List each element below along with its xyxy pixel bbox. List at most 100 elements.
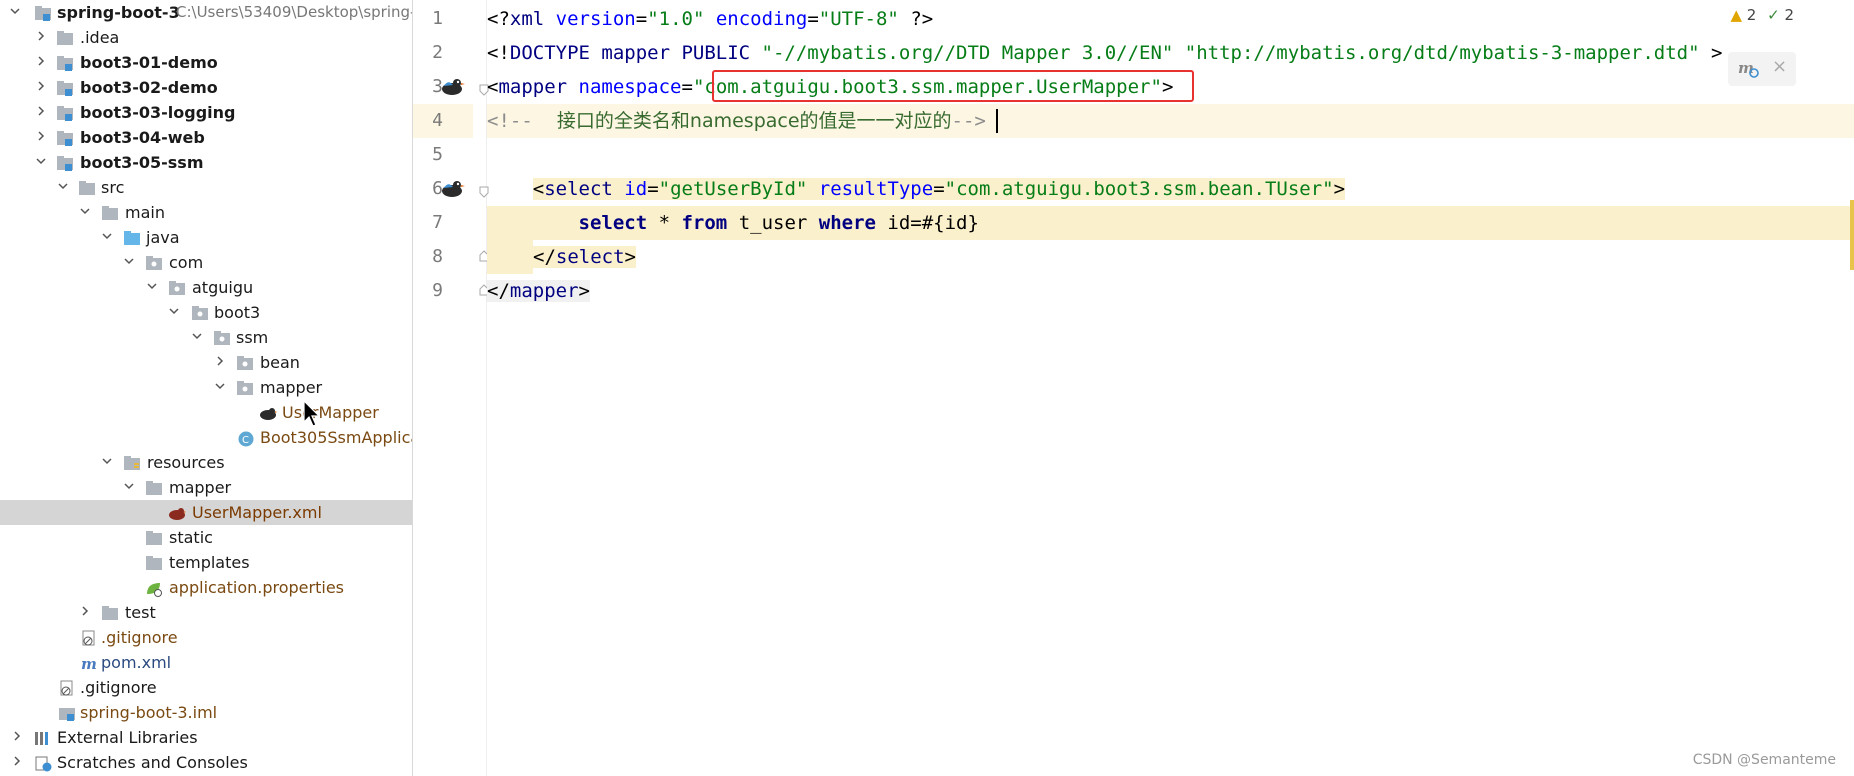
spring-properties-icon [145,579,163,597]
maven-reload-icon[interactable]: m [1738,58,1760,84]
svg-text:m: m [81,655,97,672]
tree-label: pom.xml [101,653,172,672]
tree-row-boot3-04-web[interactable]: boot3-04-web [0,125,412,150]
chevron-right-icon[interactable] [12,731,22,741]
tree-row-boot3-03-logging[interactable]: boot3-03-logging [0,100,412,125]
tree-row-com[interactable]: com [0,250,412,275]
scratches-icon [34,754,52,772]
tree-row-boot3-01-demo[interactable]: boot3-01-demo [0,50,412,75]
chevron-down-icon[interactable] [36,156,46,166]
chevron-down-icon[interactable] [147,281,157,291]
maven-icon: m [80,654,98,673]
tree-row-static[interactable]: static [0,525,412,550]
tree-label: atguigu [192,278,254,297]
tree-row-src[interactable]: src [0,175,412,200]
tree-row-application-properties[interactable]: application.properties [0,575,412,600]
chevron-right-icon[interactable] [215,356,225,366]
tree-label: ssm [236,328,269,347]
folder-icon [145,479,163,496]
tree-row-root[interactable]: spring-boot-3 C:\Users\53409\Desktop\spri… [0,0,412,25]
tree-label: java [146,228,180,247]
tree-row-mapper-package[interactable]: mapper [0,375,412,400]
tree-row-usermapper-interface[interactable]: UserMapper [0,400,412,425]
tree-row-scratches[interactable]: Scratches and Consoles [0,750,412,775]
chevron-down-icon[interactable] [10,6,20,16]
chevron-down-icon[interactable] [169,306,179,316]
chevron-down-icon[interactable] [102,456,112,466]
line-number: 2 [432,42,443,63]
module-folder-icon [56,54,74,71]
tree-label: .idea [80,28,120,47]
code-line-1: <?xml version="1.0" encoding="UTF-8" ?> [487,8,934,30]
tree-row-java[interactable]: java [0,225,412,250]
tree-label: UserMapper.xml [192,503,322,522]
tree-row-application-class[interactable]: C Boot305SsmApplicat [0,425,412,450]
package-icon [236,379,254,396]
tree-row-boot3-05-ssm[interactable]: boot3-05-ssm [0,150,412,175]
module-folder-icon [56,129,74,146]
package-icon [191,304,209,321]
tree-row-mapper-folder[interactable]: mapper [0,475,412,500]
tree-label: Scratches and Consoles [57,753,248,772]
chevron-down-icon[interactable] [215,381,225,391]
chevron-right-icon[interactable] [12,756,22,766]
module-folder-icon [56,154,74,171]
tree-row-usermapper-xml[interactable]: UserMapper.xml [0,500,412,525]
tree-row-gitignore-module[interactable]: .gitignore [0,625,412,650]
chevron-down-icon[interactable] [124,481,134,491]
close-icon[interactable]: × [1772,56,1787,77]
tree-row-main[interactable]: main [0,200,412,225]
chevron-down-icon[interactable] [80,206,90,216]
chevron-right-icon[interactable] [36,131,46,141]
tree-label: boot3-01-demo [80,53,218,72]
tree-row-test[interactable]: test [0,600,412,625]
tree-row-pom-xml[interactable]: m pom.xml [0,650,412,675]
tree-row-idea[interactable]: .idea [0,25,412,50]
maven-reload-popup: m × [1728,52,1796,86]
tree-label: boot3-04-web [80,128,205,147]
line-number: 7 [432,212,443,233]
chevron-down-icon[interactable] [58,181,68,191]
chevron-down-icon[interactable] [124,256,134,266]
package-icon [236,354,254,371]
tree-row-atguigu[interactable]: atguigu [0,275,412,300]
tree-label: boot3-02-demo [80,78,218,97]
code-editor[interactable]: <?xml version="1.0" encoding="UTF-8" ?> … [487,0,1854,776]
tree-label: boot3-03-logging [80,103,236,122]
tree-row-boot3-02-demo[interactable]: boot3-02-demo [0,75,412,100]
mouse-pointer-icon [303,399,321,432]
code-line-8: </select> [487,240,1854,274]
mybatis-bird-icon [259,404,277,421]
chevron-right-icon[interactable] [36,31,46,41]
mybatis-navigate-icon[interactable] [440,178,466,200]
tree-label: .gitignore [80,678,157,697]
tree-row-boot3[interactable]: boot3 [0,300,412,325]
tree-row-external-libraries[interactable]: External Libraries [0,725,412,750]
tree-label: .gitignore [101,628,178,647]
module-folder-icon [34,4,52,21]
tree-row-gitignore-root[interactable]: .gitignore [0,675,412,700]
mybatis-navigate-icon[interactable] [440,76,466,98]
tree-label: boot3-05-ssm [80,153,204,172]
tree-label: main [125,203,165,222]
spring-class-icon: C [237,429,255,447]
tree-label: External Libraries [57,728,198,747]
chevron-right-icon[interactable] [36,106,46,116]
chevron-right-icon[interactable] [80,606,90,616]
chevron-right-icon[interactable] [36,81,46,91]
scrollbar-marker[interactable] [1850,200,1854,270]
tree-row-iml[interactable]: spring-boot-3.iml [0,700,412,725]
chevron-down-icon[interactable] [102,231,112,241]
tree-row-ssm[interactable]: ssm [0,325,412,350]
tree-label: static [169,528,213,547]
source-folder-icon [123,229,141,246]
watermark: CSDN @Semanteme [1692,752,1836,768]
tree-row-resources[interactable]: resources [0,450,412,475]
tree-row-bean[interactable]: bean [0,350,412,375]
code-line-2: <!DOCTYPE mapper PUBLIC "-//mybatis.org/… [487,42,1723,64]
inspections-widget[interactable]: ▲ 2 ✓ 2 [1730,6,1794,24]
chevron-down-icon[interactable] [192,331,202,341]
chevron-right-icon[interactable] [36,56,46,66]
code-line-7: select * from t_user where id=#{id} [487,206,1854,240]
tree-row-templates[interactable]: templates [0,550,412,575]
